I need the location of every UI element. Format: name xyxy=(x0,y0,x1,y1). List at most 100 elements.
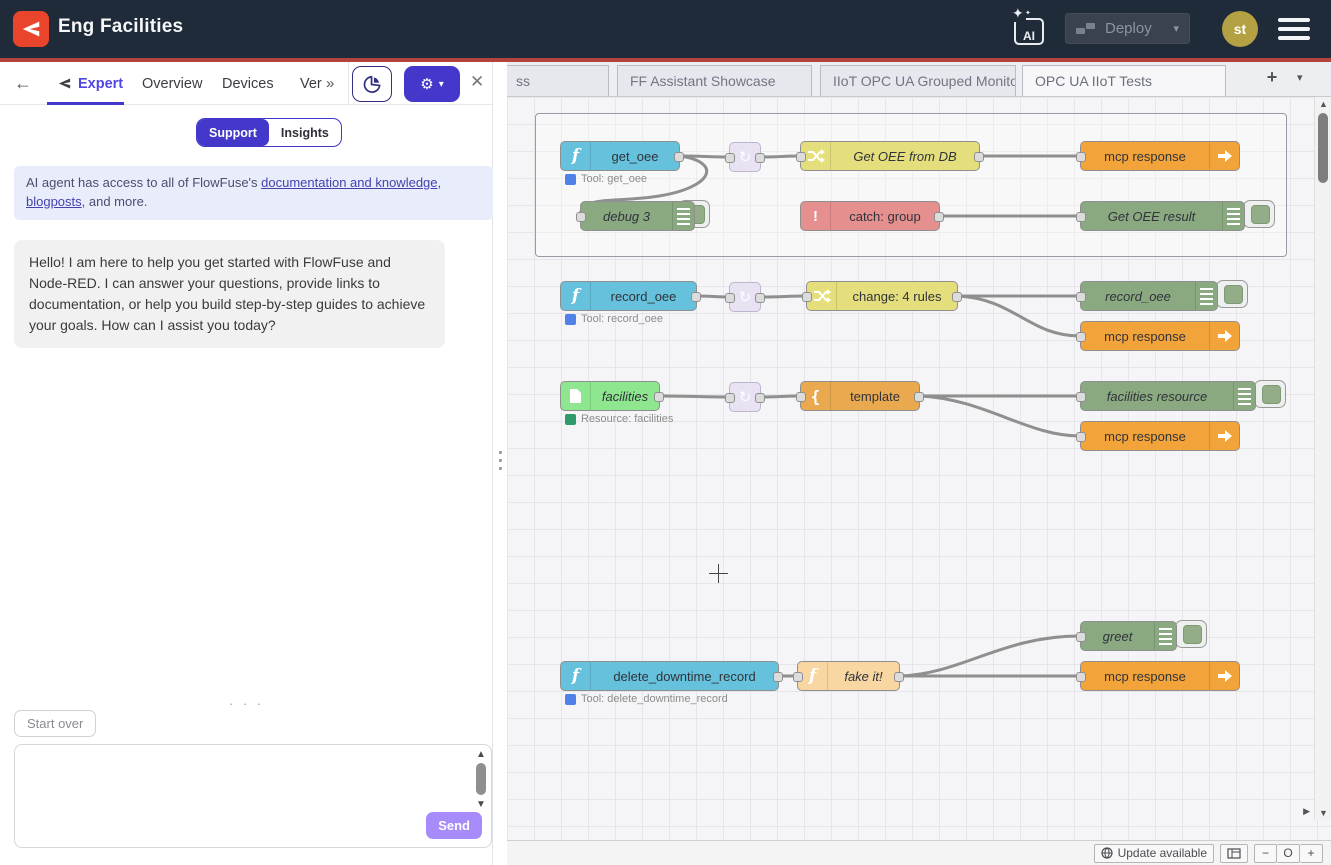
insights-pie-chart-button[interactable] xyxy=(352,66,392,102)
zoom-reset-button[interactable]: O xyxy=(1277,844,1300,863)
node-delay[interactable]: ↻ xyxy=(729,382,761,412)
message-input[interactable] xyxy=(19,749,471,843)
scrollbar-thumb[interactable] xyxy=(476,763,486,795)
send-button[interactable]: Send xyxy=(426,812,482,839)
flow-tab-ff-assistant-showcase[interactable]: FF Assistant Showcase xyxy=(617,65,812,97)
update-available-button[interactable]: Update available xyxy=(1094,844,1214,863)
back-arrow-icon[interactable]: ← xyxy=(14,62,32,105)
close-panel-icon[interactable]: ✕ xyxy=(470,72,484,92)
port-in[interactable] xyxy=(1076,432,1086,442)
port-in[interactable] xyxy=(725,293,735,303)
node-change-4-rules[interactable]: change: 4 rules xyxy=(806,281,958,311)
node-get-oee-from-db[interactable]: Get OEE from DB xyxy=(800,141,980,171)
node-facilities-resource[interactable]: facilities resource xyxy=(1080,381,1256,411)
panel-resize-handle[interactable] xyxy=(494,62,507,865)
tab-version-truncated[interactable]: Ver xyxy=(300,62,322,105)
canvas-horizontal-scrollbar[interactable]: ▶ xyxy=(507,802,1314,820)
scroll-down-icon[interactable]: ▼ xyxy=(476,799,486,811)
toggle-insights[interactable]: Insights xyxy=(269,119,341,146)
deploy-caret-icon[interactable]: ▾ xyxy=(1173,22,1179,35)
port-in[interactable] xyxy=(725,153,735,163)
flow-tab-iiot-opc-ua-grouped[interactable]: IIoT OPC UA Grouped Monito xyxy=(820,65,1016,97)
docs-link[interactable]: documentation and knowledge xyxy=(261,175,437,190)
tab-expert[interactable]: Expert xyxy=(57,62,123,105)
node-get-oee-result[interactable]: Get OEE result xyxy=(1080,201,1245,231)
node-mcp-response-4[interactable]: mcp response xyxy=(1080,661,1240,691)
debug-list-icon xyxy=(1195,282,1217,310)
debug-toggle-button[interactable] xyxy=(1243,200,1275,228)
zoom-out-button[interactable]: − xyxy=(1254,844,1277,863)
port-in[interactable] xyxy=(796,392,806,402)
node-catch-group[interactable]: ! catch: group xyxy=(800,201,940,231)
start-over-button[interactable]: Start over xyxy=(14,710,96,737)
scroll-up-icon[interactable]: ▲ xyxy=(1319,99,1328,109)
settings-gear-button[interactable]: ⚙ ▾ xyxy=(404,66,460,102)
debug-toggle-button[interactable] xyxy=(1254,380,1286,408)
debug-toggle-button[interactable] xyxy=(1175,620,1207,648)
tab-devices[interactable]: Devices xyxy=(222,62,274,105)
flow-tab-partial[interactable]: ss xyxy=(507,65,609,97)
node-debug-3[interactable]: debug 3 xyxy=(580,201,695,231)
flow-list-caret-icon[interactable]: ▾ xyxy=(1297,71,1303,84)
node-mcp-response-3[interactable]: mcp response xyxy=(1080,421,1240,451)
tab-overview[interactable]: Overview xyxy=(142,62,202,105)
port-out[interactable] xyxy=(974,152,984,162)
user-avatar[interactable]: st xyxy=(1222,11,1258,47)
scroll-down-icon[interactable]: ▼ xyxy=(1319,808,1328,818)
port-in[interactable] xyxy=(802,292,812,302)
scroll-right-icon[interactable]: ▶ xyxy=(1303,806,1310,817)
node-record-oee[interactable]: f record_oee xyxy=(560,281,697,311)
more-tabs-chevron-icon[interactable]: » xyxy=(326,62,333,105)
port-out[interactable] xyxy=(654,392,664,402)
node-template[interactable]: { template xyxy=(800,381,920,411)
port-out[interactable] xyxy=(755,153,765,163)
flowfuse-logo-icon xyxy=(13,11,49,47)
flow-canvas[interactable]: f get_oee ↻ Get OEE from DB mcp response xyxy=(507,97,1331,840)
debug-list-icon xyxy=(1154,622,1176,650)
port-in[interactable] xyxy=(1076,632,1086,642)
node-delete-downtime-record[interactable]: f delete_downtime_record xyxy=(560,661,779,691)
port-in[interactable] xyxy=(1076,672,1086,682)
node-record-oee-debug[interactable]: record_oee xyxy=(1080,281,1218,311)
port-in[interactable] xyxy=(1076,152,1086,162)
port-in[interactable] xyxy=(1076,392,1086,402)
zoom-in-button[interactable]: + xyxy=(1300,844,1323,863)
deploy-button[interactable]: Deploy ▾ xyxy=(1065,13,1190,44)
port-out[interactable] xyxy=(934,212,944,222)
scroll-up-icon[interactable]: ▲ xyxy=(476,749,486,761)
port-in[interactable] xyxy=(576,212,586,222)
node-facilities[interactable]: facilities xyxy=(560,381,660,411)
scrollbar-thumb[interactable] xyxy=(1318,113,1328,183)
port-in[interactable] xyxy=(725,393,735,403)
add-flow-button[interactable]: + xyxy=(1257,67,1287,93)
flow-tab-opc-ua-iiot-tests[interactable]: OPC UA IIoT Tests xyxy=(1022,65,1226,97)
canvas-vertical-scrollbar[interactable]: ▲ ▼ xyxy=(1314,97,1331,820)
port-out[interactable] xyxy=(755,393,765,403)
hamburger-menu-icon[interactable] xyxy=(1278,18,1310,40)
node-mcp-response-2[interactable]: mcp response xyxy=(1080,321,1240,351)
port-out[interactable] xyxy=(773,672,783,682)
node-greet[interactable]: greet xyxy=(1080,621,1177,651)
node-get-oee[interactable]: f get_oee xyxy=(560,141,680,171)
port-in[interactable] xyxy=(793,672,803,682)
port-in[interactable] xyxy=(1076,292,1086,302)
port-out[interactable] xyxy=(755,293,765,303)
port-in[interactable] xyxy=(796,152,806,162)
port-in[interactable] xyxy=(1076,332,1086,342)
node-delay[interactable]: ↻ xyxy=(729,282,761,312)
port-out[interactable] xyxy=(952,292,962,302)
catch-exclamation-icon: ! xyxy=(801,202,831,230)
port-in[interactable] xyxy=(1076,212,1086,222)
port-out[interactable] xyxy=(674,152,684,162)
debug-toggle-button[interactable] xyxy=(1216,280,1248,308)
ai-assistant-icon[interactable]: AI ✦ ✦ xyxy=(1012,12,1046,46)
port-out[interactable] xyxy=(914,392,924,402)
port-out[interactable] xyxy=(894,672,904,682)
node-mcp-response-1[interactable]: mcp response xyxy=(1080,141,1240,171)
navigator-toggle-button[interactable] xyxy=(1220,844,1248,863)
blogposts-link[interactable]: blogposts xyxy=(26,194,82,209)
node-delay[interactable]: ↻ xyxy=(729,142,761,172)
toggle-support[interactable]: Support xyxy=(197,119,269,146)
port-out[interactable] xyxy=(691,292,701,302)
node-fake-it[interactable]: f fake it! xyxy=(797,661,900,691)
